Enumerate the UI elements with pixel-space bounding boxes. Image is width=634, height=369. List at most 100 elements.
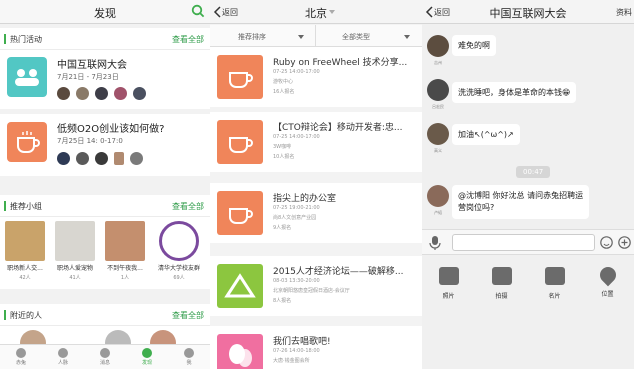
event-signups: 16人报名 xyxy=(273,89,295,95)
chevron-down-icon xyxy=(329,10,335,14)
event-title: 低频O2O创业该如何做? xyxy=(57,124,165,135)
event-place: 大唐·钱金图会所 xyxy=(273,358,310,364)
event-row[interactable]: 2015人才经济论坛——破解移... 08-03 13:30-20:00 北京朝… xyxy=(210,256,422,316)
card-button[interactable]: 名片 xyxy=(528,267,581,300)
event-date: 7月25日 14: 0-17:0 xyxy=(57,137,123,145)
avatar xyxy=(95,152,108,165)
discover-header: 发现 xyxy=(0,0,210,24)
event-title: 【CTO辩论会】移动开发者:忠... xyxy=(273,123,403,133)
coffee-cup-icon xyxy=(229,137,253,153)
search-icon[interactable] xyxy=(191,4,205,18)
group-item[interactable]: 不到午夜我... 1人 xyxy=(100,221,150,281)
camera-icon xyxy=(491,267,512,285)
group-name: 职场人爱宠物 xyxy=(56,265,93,272)
avatar[interactable] xyxy=(427,185,449,207)
timestamp: 00:47 xyxy=(516,166,551,178)
compass-icon xyxy=(142,348,152,358)
section-label: 推荐小组 xyxy=(10,202,42,211)
view-all-link[interactable]: 查看全部 xyxy=(172,201,204,212)
group-count: 42人 xyxy=(19,275,31,281)
event-thumbnail xyxy=(7,122,47,162)
camera-button[interactable]: 拍摄 xyxy=(475,267,528,300)
chevron-down-icon xyxy=(298,35,304,39)
group-item[interactable]: 职场人爱宠物 41人 xyxy=(50,221,100,281)
mountain-logo-icon xyxy=(224,273,256,298)
group-name: 职场新人交... xyxy=(7,265,43,272)
group-cover xyxy=(105,221,145,261)
nearby-list xyxy=(0,326,210,356)
event-thumbnail xyxy=(217,264,263,308)
message-text: @沈博阳 你好沈总 请问赤兔招聘运 xyxy=(458,191,584,200)
filter-label: 全部类型 xyxy=(342,33,370,41)
photo-button[interactable]: 照片 xyxy=(422,267,475,300)
location-button[interactable]: 位置 xyxy=(581,263,634,298)
event-thumbnail xyxy=(217,191,263,235)
tab-contacts[interactable]: 人脉 xyxy=(42,346,84,366)
avatar[interactable] xyxy=(427,79,449,101)
group-item[interactable]: 职场新人交... 42人 xyxy=(0,221,50,281)
event-title: 指尖上的办公室 xyxy=(273,194,337,204)
message-bubble: 加油↖(^ω^)↗ xyxy=(452,124,520,145)
event-place: 3W咖啡 xyxy=(273,144,292,150)
profile-button[interactable]: 资料 xyxy=(616,7,632,18)
group-count: 69人 xyxy=(173,275,185,281)
event-time: 07-25 14:00-17:00 xyxy=(273,134,320,140)
event-row[interactable]: 指尖上的办公室 07-25 19:00-21:00 尚8人文创意产业园 9人报名 xyxy=(210,183,422,243)
message-input[interactable] xyxy=(452,234,595,251)
tab-label: 发现 xyxy=(141,360,152,366)
tool-label: 名片 xyxy=(548,293,561,300)
event-time: 07-26 14:00-18:00 xyxy=(273,348,320,354)
event-title: 我们去唱歌吧! xyxy=(273,337,331,347)
plus-icon[interactable] xyxy=(618,236,631,249)
coffee-cup-icon xyxy=(229,208,253,224)
group-cover xyxy=(55,221,95,261)
sort-filter[interactable]: 推荐排序 xyxy=(210,25,316,47)
type-filter[interactable]: 全部类型 xyxy=(316,25,422,47)
group-item[interactable]: 清华大学校友群 69人 xyxy=(150,221,208,281)
event-signups: 10人报名 xyxy=(273,154,295,160)
tool-label: 拍摄 xyxy=(495,293,508,300)
message-text: 营岗位吗? xyxy=(458,203,495,212)
event-card[interactable]: 中国互联网大会 7月21日 - 7月23日 xyxy=(0,50,210,109)
coffee-cup-icon xyxy=(17,131,40,153)
city-title[interactable]: 北京 xyxy=(210,5,422,21)
tool-label: 照片 xyxy=(442,293,455,300)
sender-name: 卢韬 xyxy=(434,210,442,215)
avatar[interactable] xyxy=(427,35,449,57)
filter-label: 推荐排序 xyxy=(238,33,266,41)
tool-label: 位置 xyxy=(601,291,614,298)
chat-icon xyxy=(100,348,110,358)
discover-screen: 发现 热门活动 查看全部 中国互联网大会 7月21日 - 7月23日 低频O2O… xyxy=(0,0,210,369)
attendee-avatars xyxy=(57,87,146,100)
event-thumbnail xyxy=(217,120,263,164)
avatar xyxy=(76,87,89,100)
university-seal-icon xyxy=(159,221,199,261)
microphone-icon[interactable] xyxy=(429,236,441,250)
avatar xyxy=(76,152,89,165)
emoji-icon[interactable] xyxy=(600,236,613,249)
event-signups: 8人报名 xyxy=(273,298,292,304)
hot-events-header: 热门活动 查看全部 xyxy=(0,28,210,50)
event-thumbnail xyxy=(217,55,263,99)
tab-messages[interactable]: 消息 xyxy=(84,346,126,366)
event-title: 2015人才经济论坛——破解移... xyxy=(273,267,404,277)
event-time: 07-25 14:00-17:00 xyxy=(273,69,320,75)
tab-me[interactable]: 我 xyxy=(168,346,210,366)
avatar[interactable] xyxy=(427,123,449,145)
tab-chitu[interactable]: 赤兔 xyxy=(0,346,42,366)
nearby-header: 附近的人 查看全部 xyxy=(0,304,210,326)
event-row[interactable]: 我们去唱歌吧! 07-26 14:00-18:00 大唐·钱金图会所 xyxy=(210,326,422,369)
avatar xyxy=(114,152,124,165)
event-row[interactable]: 【CTO辩论会】移动开发者:忠... 07-25 14:00-17:00 3W咖… xyxy=(210,112,422,172)
event-card[interactable]: 低频O2O创业该如何做? 7月25日 14: 0-17:0 xyxy=(0,114,210,176)
event-place: 游牧中心 xyxy=(273,79,294,85)
message-bubble: 洗洗睡吧，身体是革命的本钱😁 xyxy=(452,82,577,103)
event-time: 08-03 13:30-20:00 xyxy=(273,278,320,284)
view-all-link[interactable]: 查看全部 xyxy=(172,34,204,45)
group-chat-screen: 返回 中国互联网大会 资料 吉州 难免的啊 吕宏民 洗洗睡吧，身体是革命的本钱😁… xyxy=(422,0,634,369)
events-list-screen: 返回 北京 推荐排序 全部类型 Ruby on FreeWheel 技术分享..… xyxy=(210,0,422,369)
event-row[interactable]: Ruby on FreeWheel 技术分享... 07-25 14:00-17… xyxy=(210,47,422,107)
event-date: 7月21日 - 7月23日 xyxy=(57,73,119,81)
view-all-link[interactable]: 查看全部 xyxy=(172,310,204,321)
tab-discover[interactable]: 发现 xyxy=(126,346,168,366)
